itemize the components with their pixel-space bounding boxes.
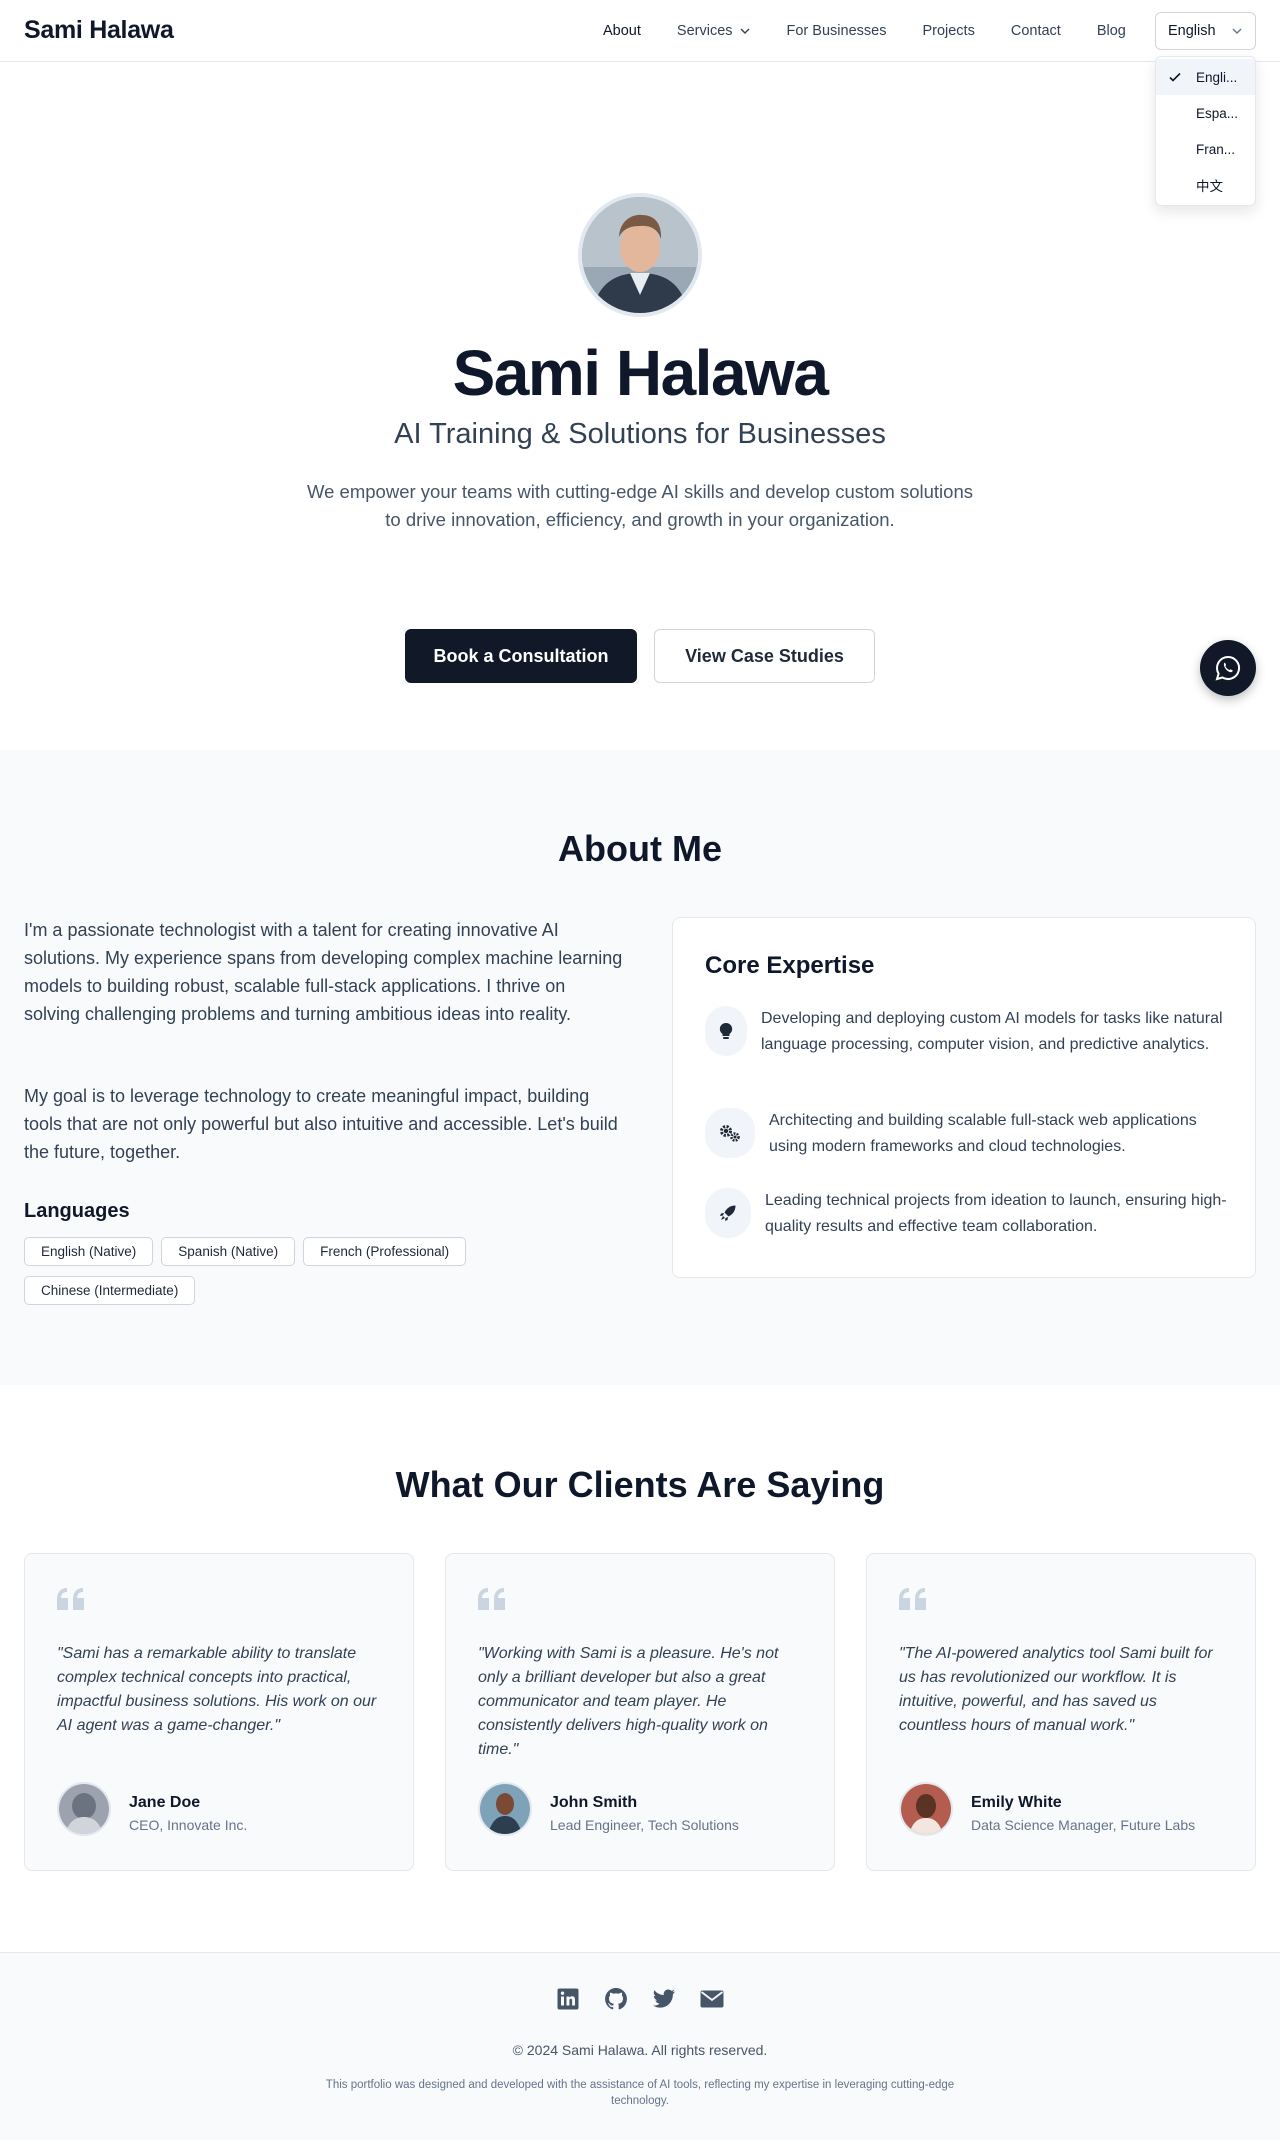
whatsapp-chat-button[interactable] — [1200, 640, 1256, 696]
avatar — [899, 1782, 953, 1836]
testimonial-name: John Smith — [550, 1794, 638, 1811]
testimonial-card: "The AI-powered analytics tool Sami buil… — [866, 1553, 1256, 1871]
quote-icon — [57, 1588, 84, 1610]
about-title: About Me — [558, 828, 722, 869]
nav-about[interactable]: About — [603, 23, 641, 39]
check-icon — [1169, 72, 1181, 82]
testimonial-name: Emily White — [971, 1794, 1062, 1811]
main-nav: About Services For Businesses Projects C… — [603, 0, 1162, 62]
view-case-studies-button[interactable]: View Case Studies — [654, 629, 875, 683]
quote-icon — [899, 1588, 926, 1610]
language-dropdown-menu: Engli... Espa... Fran... 中文 — [1155, 56, 1256, 206]
site-header: Sami Halawa About Services For Businesse… — [0, 0, 1280, 62]
nav-contact[interactable]: Contact — [1011, 23, 1061, 39]
profile-photo-illustration — [582, 197, 698, 313]
testimonial-card: "Sami has a remarkable ability to transl… — [24, 1553, 414, 1871]
testimonial-quote: "The AI-powered analytics tool Sami buil… — [899, 1645, 1213, 1734]
github-icon[interactable] — [604, 1987, 628, 2011]
expertise-item: Architecting and building scalable full-… — [705, 1108, 1235, 1160]
testimonial-role: CEO, Innovate Inc. — [129, 1817, 248, 1833]
language-select[interactable]: English — [1155, 12, 1256, 50]
quote-icon — [478, 1588, 505, 1610]
language-tag: French (Professional) — [303, 1237, 467, 1266]
language-select-value: English — [1168, 23, 1216, 39]
testimonial-role: Lead Engineer, Tech Solutions — [550, 1817, 739, 1833]
hero-description: We empower your teams with cutting-edge … — [307, 481, 973, 530]
expertise-item: Leading technical projects from ideation… — [705, 1188, 1235, 1240]
testimonial-quote: "Working with Sami is a pleasure. He's n… — [478, 1645, 779, 1758]
about-section: About Me I'm a passionate technologist w… — [0, 750, 1280, 1385]
language-option-spanish[interactable]: Espa... — [1156, 95, 1255, 131]
about-paragraph-2: My goal is to leverage technology to cre… — [24, 1086, 618, 1162]
hero-section: Sami Halawa AI Training & Solutions for … — [0, 62, 1280, 750]
nav-services[interactable]: Services — [677, 23, 751, 39]
language-tag: English (Native) — [24, 1237, 154, 1266]
testimonial-name: Jane Doe — [129, 1794, 201, 1811]
chevron-down-icon — [740, 28, 750, 34]
site-footer: © 2024 Sami Halawa. All rights reserved.… — [0, 1952, 1280, 2140]
brand-logo[interactable]: Sami Halawa — [24, 16, 174, 45]
language-option-chinese[interactable]: 中文 — [1156, 167, 1255, 203]
language-option-french[interactable]: Fran... — [1156, 131, 1255, 167]
lightbulb-icon — [705, 1006, 747, 1056]
nav-for-businesses[interactable]: For Businesses — [787, 23, 887, 39]
email-icon[interactable] — [700, 1987, 724, 2011]
core-expertise-card: Core Expertise Developing and deploying … — [672, 917, 1256, 1278]
language-tag: Chinese (Intermediate) — [24, 1276, 196, 1305]
nav-blog[interactable]: Blog — [1097, 23, 1126, 39]
avatar — [57, 1782, 111, 1836]
expertise-text: Architecting and building scalable full-… — [769, 1112, 1197, 1155]
linkedin-icon[interactable] — [556, 1987, 580, 2011]
language-option-label: Engli... — [1196, 69, 1238, 85]
about-paragraph-1: I'm a passionate technologist with a tal… — [24, 920, 623, 1024]
rocket-icon — [705, 1188, 751, 1238]
book-consultation-button[interactable]: Book a Consultation — [405, 629, 637, 683]
gears-icon — [705, 1108, 755, 1158]
expertise-text: Developing and deploying custom AI model… — [761, 1010, 1223, 1053]
copyright-text: © 2024 Sami Halawa. All rights reserved. — [512, 2042, 768, 2058]
twitter-icon[interactable] — [652, 1987, 676, 2011]
footer-note: This portfolio was designed and develope… — [325, 2079, 955, 2107]
languages-title: Languages — [24, 1200, 130, 1222]
avatar — [478, 1782, 532, 1836]
nav-projects[interactable]: Projects — [922, 23, 974, 39]
testimonial-role: Data Science Manager, Future Labs — [971, 1817, 1196, 1833]
languages-list: English (Native) Spanish (Native) French… — [24, 1237, 584, 1305]
testimonials-section: What Our Clients Are Saying "Sami has a … — [0, 1385, 1280, 1952]
expertise-text: Leading technical projects from ideation… — [765, 1192, 1227, 1235]
language-option-english[interactable]: Engli... — [1156, 59, 1255, 95]
language-tag: Spanish (Native) — [161, 1237, 296, 1266]
expertise-item: Developing and deploying custom AI model… — [705, 1006, 1235, 1058]
testimonial-quote: "Sami has a remarkable ability to transl… — [57, 1645, 377, 1734]
whatsapp-icon — [1215, 655, 1240, 681]
hero-title: Sami Halawa — [452, 337, 829, 409]
social-links — [0, 1987, 1280, 2011]
testimonial-card: "Working with Sami is a pleasure. He's n… — [445, 1553, 835, 1871]
nav-services-label: Services — [676, 23, 733, 39]
chevron-down-icon — [1232, 28, 1242, 34]
hero-subtitle: AI Training & Solutions for Businesses — [394, 418, 886, 450]
testimonials-title: What Our Clients Are Saying — [395, 1464, 885, 1505]
profile-avatar — [578, 193, 702, 317]
core-expertise-title: Core Expertise — [705, 952, 875, 979]
